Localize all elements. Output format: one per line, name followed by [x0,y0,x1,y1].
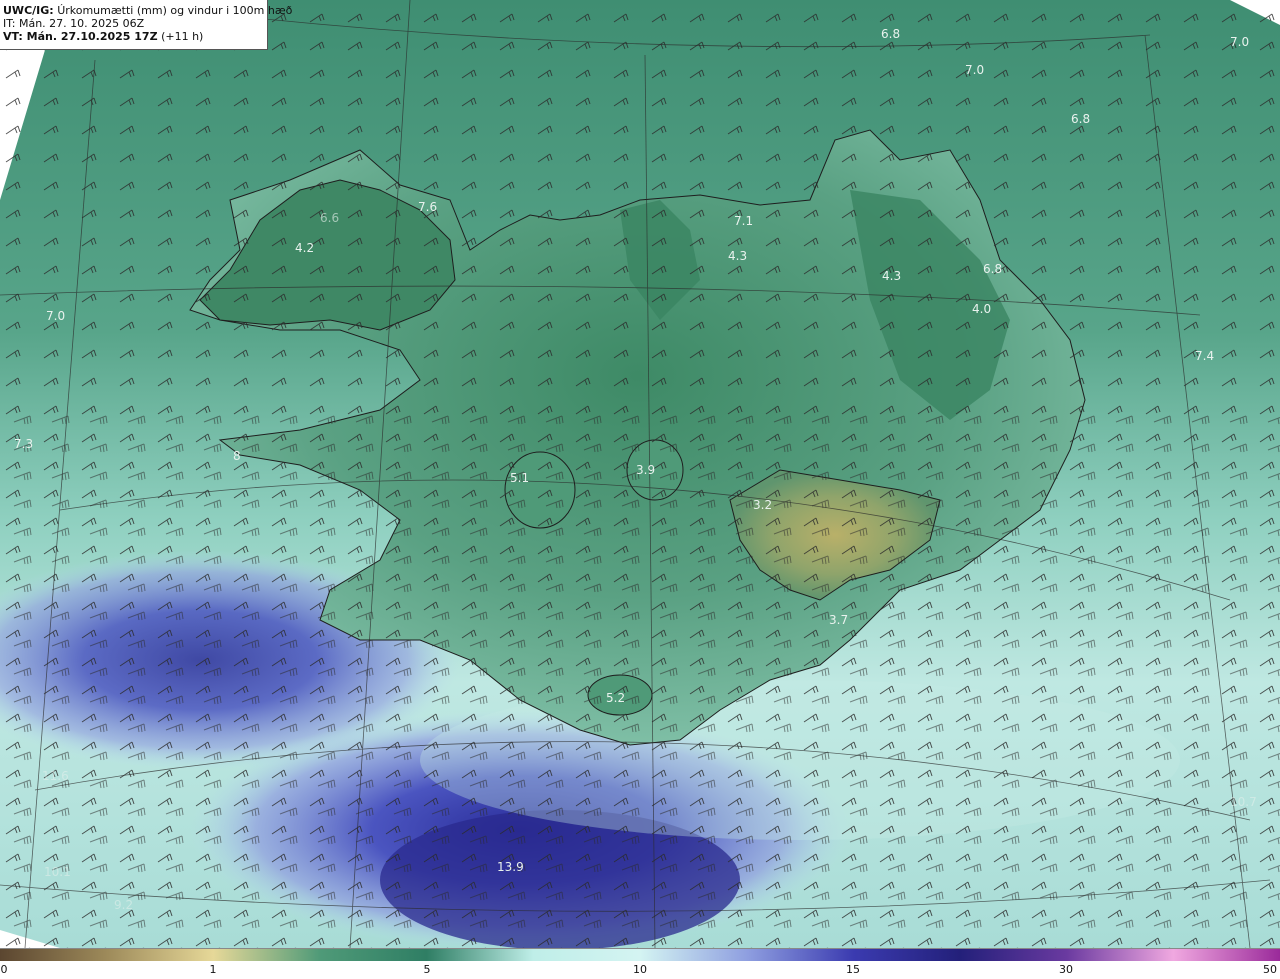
header-title: Úrkomumætti (mm) og vindur i 100m hæð [57,4,293,17]
colorbar-tick-label: 50 [1263,963,1277,976]
colorbar-tick-label: 30 [1059,963,1073,976]
value-label: 6.8 [983,262,1002,276]
value-label: 7.0 [965,63,984,77]
value-label: 10.7 [1230,795,1257,809]
header-model-label: UWC/IG: [3,4,54,17]
header-valid-time-row: VT: Mán. 27.10.2025 17Z (+11 h) [3,30,267,43]
colorbar-tick-label: 5 [423,963,431,976]
value-label: 3.9 [636,463,655,477]
colorbar-tick-label: 10 [633,963,647,976]
header-init-time: IT: Mán. 27. 10. 2025 06Z [3,17,145,30]
value-label: 4.3 [882,269,901,283]
value-label: 6.8 [881,27,900,41]
value-label: 7.0 [46,309,65,323]
value-label: 7.6 [418,200,437,214]
wind-barbs-layer-2 [0,400,1280,948]
value-label: 9.2 [114,898,133,912]
value-label: 8 [233,449,241,463]
value-label: 7.0 [1230,35,1249,49]
value-label: 3.2 [753,498,772,512]
value-label: 10.1 [44,865,71,879]
chart-header: UWC/IG: Úrkomumætti (mm) og vindur i 100… [0,0,292,50]
header-title-row: UWC/IG: Úrkomumætti (mm) og vindur i 100… [3,4,292,17]
value-label: 4.0 [972,302,991,316]
map-canvas: 6.8 7.0 7.0 6.8 7.6 4.2 7.1 4.3 4.3 6.8 … [0,0,1280,948]
colorbar-tick-label: 15 [846,963,860,976]
value-label: 7.4 [1195,349,1214,363]
colorbar-tick-label: 1 [209,963,217,976]
value-label: 13.9 [497,860,524,874]
colorbar-tick-label: 0 [0,963,8,976]
value-label: 3.7 [829,613,848,627]
value-label: 7.1 [734,214,753,228]
value-label: 4.3 [728,249,747,263]
value-label: 5.2 [606,691,625,705]
colorbar-strip [0,949,1280,961]
value-label: 11.6 [42,769,69,783]
colorbar: 0 1 5 10 15 30 50 [0,948,1280,979]
value-label: 6.6 [320,211,339,225]
value-label: 5.1 [510,471,529,485]
header-lead-time: (+11 h) [161,30,204,43]
header-valid-time: VT: Mán. 27.10.2025 17Z [3,30,158,43]
value-label: 4.2 [295,241,314,255]
value-label: 6.8 [1071,112,1090,126]
value-label: 7.3 [14,437,33,451]
